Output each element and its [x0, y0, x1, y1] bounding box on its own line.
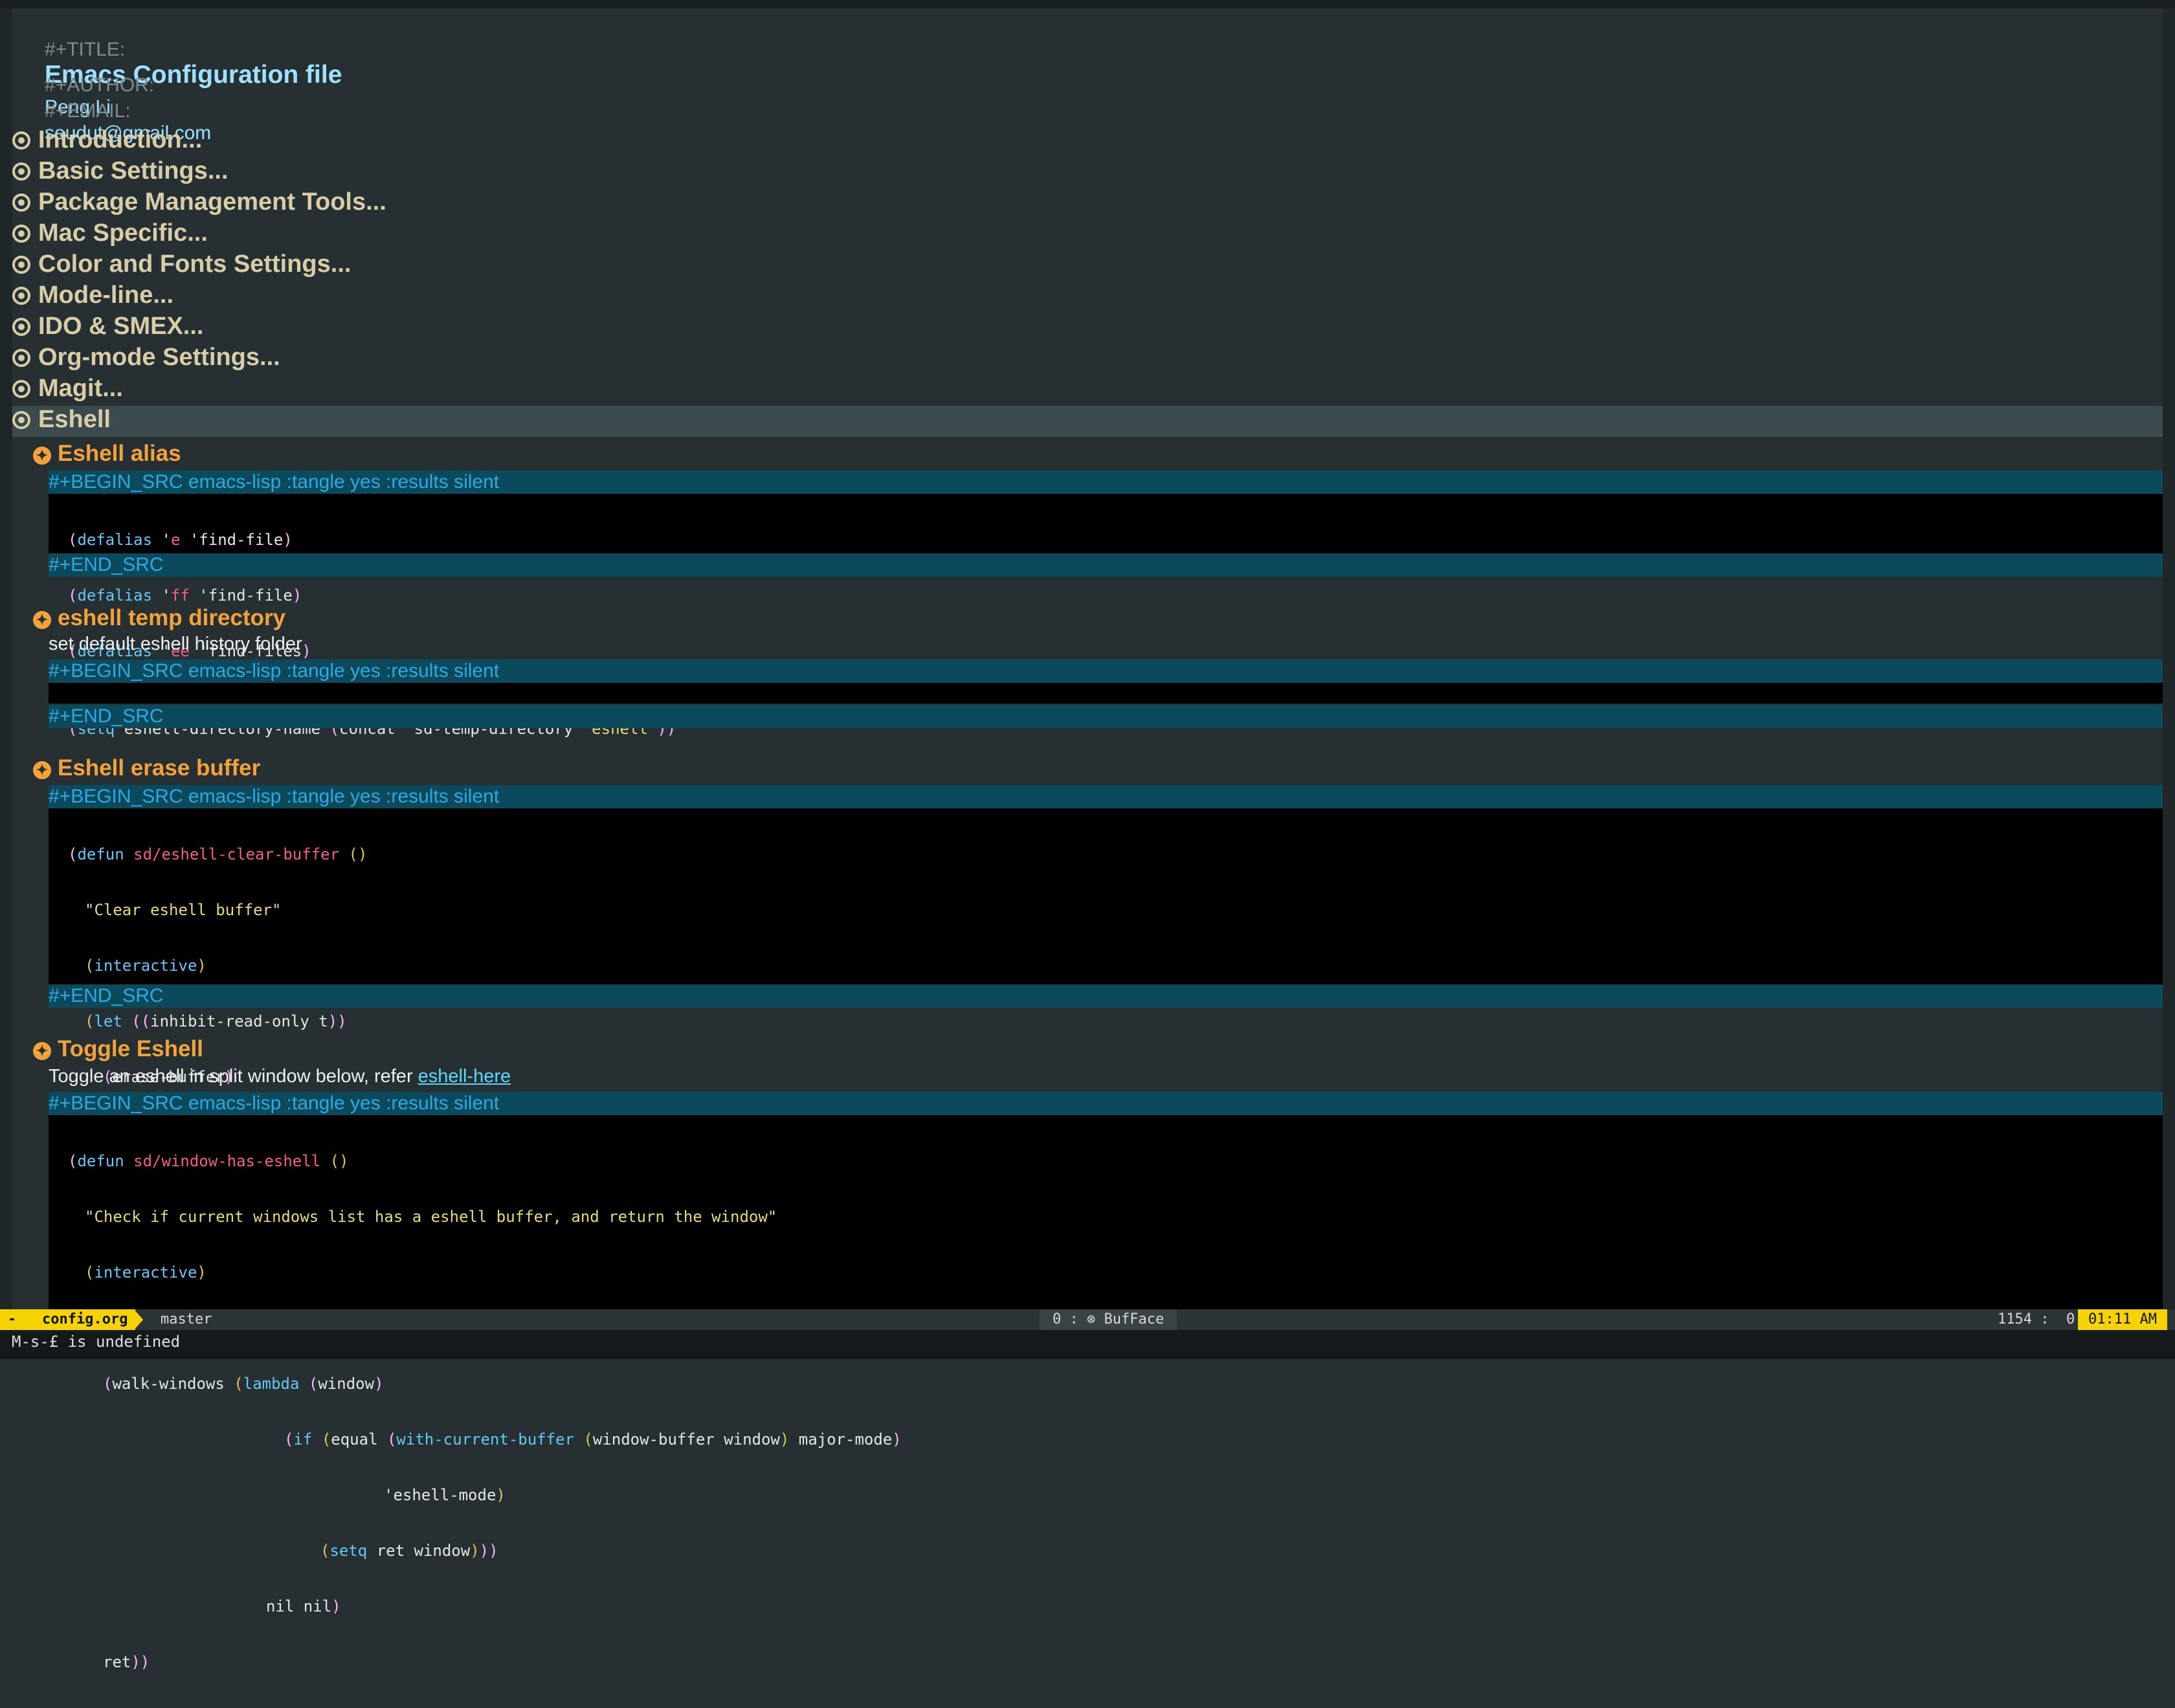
- code-line: (interactive): [85, 957, 206, 975]
- code-line: (defalias 'ee 'find-files): [68, 642, 311, 660]
- star-icon: ✦: [33, 447, 51, 465]
- heading-package-management[interactable]: Package Management Tools...: [12, 188, 386, 219]
- bullet-icon: [12, 318, 30, 336]
- code-line: (defalias 'ff 'find-file): [68, 586, 302, 604]
- src-begin: #+BEGIN_SRC emacs-lisp :tangle yes :resu…: [49, 471, 2163, 494]
- src-end: #+END_SRC: [49, 553, 2163, 577]
- code-line: (interactive): [85, 1263, 206, 1281]
- bullet-icon: [12, 194, 30, 212]
- heading-mac-specific[interactable]: Mac Specific...: [12, 219, 208, 250]
- buffer-name[interactable]: - config.org: [0, 1309, 136, 1330]
- title-bar: [0, 0, 2175, 8]
- clock: 01:11 AM: [2078, 1309, 2167, 1330]
- code-block-alias[interactable]: (defalias 'e 'find-file) (defalias 'ff '…: [49, 494, 2163, 660]
- echo-area: M-s-£ is undefined: [0, 1330, 2175, 1359]
- buffer-state: -: [8, 1311, 17, 1327]
- src-end: #+END_SRC: [49, 984, 2163, 1008]
- emacs-frame: #+TITLE: Emacs Configuration file #+AUTH…: [0, 0, 2175, 1671]
- subheading-temp-directory[interactable]: ✦ eshell temp directory: [33, 605, 285, 631]
- src-begin: #+BEGIN_SRC emacs-lisp :tangle yes :resu…: [49, 660, 2163, 683]
- heading-basic-settings[interactable]: Basic Settings...: [12, 157, 229, 188]
- code-block-tempdir[interactable]: (setq eshell-directory-name (concat sd-t…: [49, 683, 2163, 738]
- heading-eshell[interactable]: Eshell: [12, 406, 2163, 437]
- code-line: (defun sd/eshell-clear-buffer (): [68, 845, 368, 863]
- star-icon: ✦: [33, 761, 51, 779]
- src-begin: #+BEGIN_SRC emacs-lisp :tangle yes :resu…: [49, 1092, 2163, 1115]
- org-buffer[interactable]: #+TITLE: Emacs Configuration file #+AUTH…: [12, 8, 2163, 1671]
- bullet-icon: [12, 380, 30, 398]
- heading-introduction[interactable]: Introduction...: [12, 126, 202, 157]
- mode-info: 0 : ⊗ BufFace: [1040, 1309, 1177, 1330]
- left-fringe: [0, 8, 12, 1309]
- bullet-icon: [12, 256, 30, 274]
- email-keyword: #+EMAIL:: [45, 100, 131, 122]
- code-line: nil nil): [266, 1597, 341, 1615]
- heading-magit[interactable]: Magit...: [12, 375, 123, 406]
- bullet-icon: [12, 411, 30, 429]
- file-name: config.org: [42, 1311, 128, 1327]
- star-icon: ✦: [33, 1042, 51, 1060]
- eshell-here-link[interactable]: eshell-here: [418, 1066, 511, 1087]
- powerline-arrow-icon: [134, 1309, 143, 1330]
- cursor-position: 1154 : 0: [1998, 1311, 2075, 1327]
- src-begin: #+BEGIN_SRC emacs-lisp :tangle yes :resu…: [49, 785, 2163, 808]
- subheading-eshell-alias[interactable]: ✦ Eshell alias: [33, 441, 181, 467]
- paragraph-toggle-eshell: Toggle an eshell in split window below, …: [49, 1066, 511, 1087]
- code-line: (let ((inhibit-read-only t)): [85, 1012, 347, 1030]
- subheading-erase-buffer[interactable]: ✦ Eshell erase buffer: [33, 755, 260, 781]
- code-line: (defun sd/window-has-eshell (): [68, 1152, 349, 1170]
- code-line: ret)): [103, 1653, 150, 1671]
- code-block-erase[interactable]: (defun sd/eshell-clear-buffer () "Clear …: [49, 808, 2163, 1309]
- right-fringe: [2163, 8, 2175, 1309]
- mode-line: - config.org master 0 : ⊗ BufFace 1154 :…: [0, 1309, 2175, 1330]
- heading-mode-line[interactable]: Mode-line...: [12, 282, 173, 313]
- src-end: #+END_SRC: [49, 705, 2163, 728]
- bullet-icon: [12, 225, 30, 243]
- bullet-icon: [12, 162, 30, 181]
- code-line: (defalias 'e 'find-file): [68, 531, 293, 549]
- code-line: (setq ret window))): [320, 1542, 498, 1560]
- bullet-icon: [12, 131, 30, 150]
- code-block-toggle[interactable]: (defun sd/window-has-eshell () "Check if…: [49, 1115, 2163, 1671]
- code-line: "Clear eshell buffer": [85, 901, 282, 919]
- heading-color-fonts[interactable]: Color and Fonts Settings...: [12, 250, 351, 282]
- code-line: 'eshell-mode): [384, 1486, 506, 1504]
- heading-ido-smex[interactable]: IDO & SMEX...: [12, 313, 203, 344]
- code-line: "Check if current windows list has a esh…: [85, 1208, 777, 1226]
- bullet-icon: [12, 349, 30, 367]
- bullet-icon: [12, 287, 30, 305]
- code-line: (if (equal (with-current-buffer (window-…: [284, 1430, 902, 1448]
- heading-org-mode[interactable]: Org-mode Settings...: [12, 344, 280, 375]
- star-icon: ✦: [33, 611, 51, 629]
- paragraph-temp-directory: set default eshell history folder: [49, 634, 302, 654]
- code-line: (walk-windows (lambda (window): [103, 1375, 384, 1393]
- git-branch[interactable]: master: [161, 1309, 212, 1330]
- subheading-toggle-eshell[interactable]: ✦ Toggle Eshell: [33, 1036, 203, 1062]
